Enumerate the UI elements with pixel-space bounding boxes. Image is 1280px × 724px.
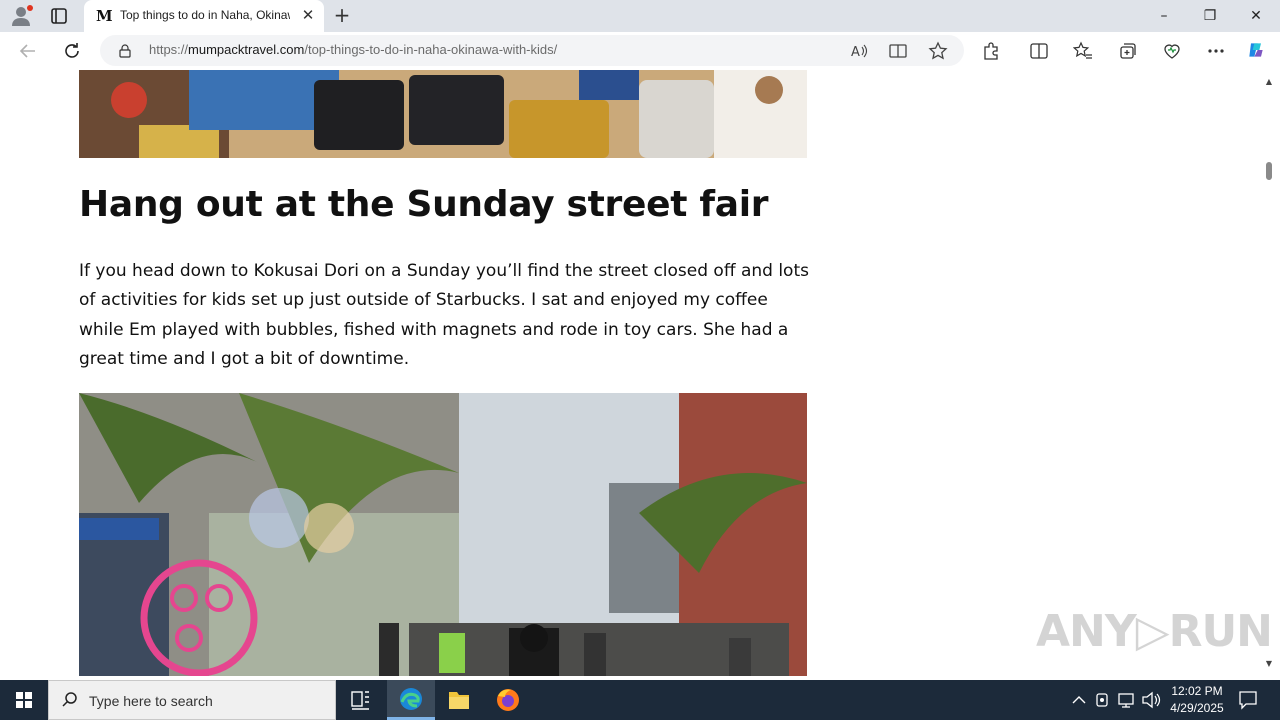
file-explorer-icon[interactable] (435, 680, 483, 720)
windows-start-button[interactable] (0, 680, 48, 720)
site-favicon-icon: M (96, 7, 113, 25)
volume-icon[interactable] (1140, 680, 1162, 720)
address-bar[interactable]: https://mumpacktravel.com/top-things-to-… (100, 35, 964, 66)
tab-actions-icon[interactable] (48, 6, 70, 26)
back-arrow-icon[interactable] (17, 40, 39, 62)
svg-text:A: A (851, 45, 860, 60)
minimize-button[interactable]: – (1154, 6, 1174, 26)
browser-toolbar: https://mumpacktravel.com/top-things-to-… (0, 32, 1280, 70)
url-text[interactable]: https://mumpacktravel.com/top-things-to-… (149, 42, 557, 57)
show-hidden-icons-icon[interactable] (1068, 680, 1090, 720)
clock-date: 4/29/2025 (1170, 701, 1224, 715)
favorites-icon[interactable] (1072, 41, 1093, 61)
lock-icon[interactable] (119, 43, 131, 58)
close-tab-icon[interactable]: ✕ (300, 7, 316, 23)
new-tab-button[interactable]: + (331, 4, 353, 26)
search-placeholder: Type here to search (89, 693, 213, 709)
extensions-icon[interactable] (981, 41, 1001, 61)
split-screen-icon[interactable] (1029, 41, 1049, 61)
favorite-star-icon[interactable] (928, 41, 948, 61)
tab-strip: M Top things to do in Naha, Okinawa with… (0, 0, 1280, 32)
notifications-icon[interactable] (1236, 680, 1260, 720)
read-aloud-icon[interactable]: A (849, 41, 869, 61)
task-view-icon[interactable] (336, 680, 384, 720)
article-paragraph: If you head down to Kokusai Dori on a Su… (79, 261, 809, 370)
scroll-down-icon[interactable]: ▼ (1265, 660, 1273, 668)
immersive-reader-icon[interactable] (888, 41, 908, 61)
page-viewport: Hang out at the Sunday street fair If yo… (4, 70, 1262, 676)
windows-taskbar: Type here to search 12:02 PM 4/29/2025 (0, 680, 1280, 720)
browser-essentials-icon[interactable] (1162, 41, 1182, 61)
meet-now-icon[interactable] (1092, 680, 1114, 720)
tab-active[interactable]: M Top things to do in Naha, Okinawa with… (84, 0, 324, 32)
taskbar-search-box[interactable]: Type here to search (48, 680, 336, 720)
search-icon (61, 691, 79, 709)
scroll-up-icon[interactable]: ▲ (1265, 78, 1273, 86)
firefox-icon[interactable] (484, 680, 532, 720)
more-options-icon[interactable] (1206, 41, 1226, 61)
system-clock[interactable]: 12:02 PM 4/29/2025 (1160, 683, 1234, 717)
page-scrollbar[interactable]: ▲ ▼ (1262, 70, 1276, 676)
collections-icon[interactable] (1118, 41, 1138, 61)
market-stall-photo (79, 70, 807, 158)
notification-dot (27, 5, 33, 11)
street-fair-photo (79, 393, 807, 676)
profile-icon[interactable] (10, 5, 33, 27)
tab-title: Top things to do in Naha, Okinawa with k… (120, 8, 290, 22)
network-icon[interactable] (1116, 680, 1138, 720)
scrollbar-thumb[interactable] (1266, 162, 1272, 180)
edge-taskbar-icon[interactable] (387, 680, 435, 720)
clock-time: 12:02 PM (1171, 684, 1223, 698)
section-heading: Hang out at the Sunday street fair (79, 184, 769, 225)
copilot-icon[interactable] (1246, 40, 1270, 64)
refresh-icon[interactable] (61, 40, 83, 62)
restore-button[interactable]: ❐ (1200, 6, 1220, 26)
anyrun-watermark: ANY▷RUN (1036, 606, 1273, 657)
close-window-button[interactable]: ✕ (1246, 6, 1266, 26)
